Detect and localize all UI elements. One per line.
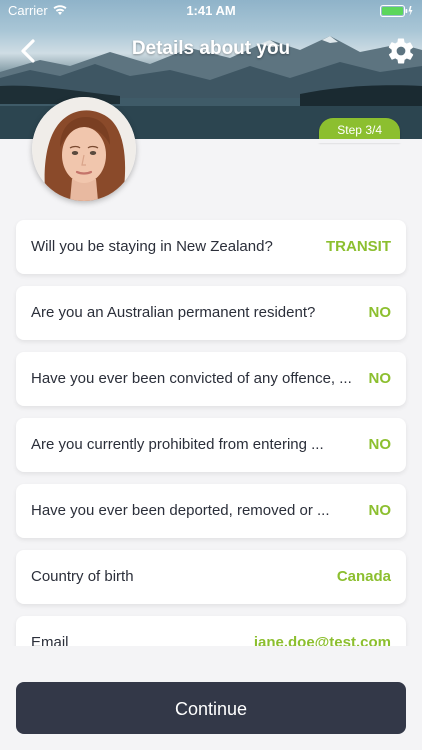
- navigation-bar: Details about you: [0, 28, 422, 72]
- answer-value: Canada: [336, 568, 391, 585]
- answer-value: NO: [368, 370, 392, 387]
- battery-icon: [380, 5, 413, 17]
- answer-value: jane.doe@test.com: [253, 634, 391, 646]
- question-label: Have you ever been convicted of any offe…: [31, 370, 351, 387]
- question-card-country-of-birth[interactable]: Country of birth Canada: [16, 550, 406, 604]
- profile-photo: [32, 97, 136, 201]
- question-label: Country of birth: [31, 568, 134, 585]
- page-title: Details about you: [131, 38, 291, 59]
- question-list[interactable]: Will you be staying in New Zealand? TRAN…: [0, 218, 422, 646]
- question-label: Have you ever been deported, removed or …: [31, 502, 330, 519]
- answer-value: NO: [368, 304, 392, 321]
- question-card-convicted[interactable]: Have you ever been convicted of any offe…: [16, 352, 406, 406]
- question-card-email[interactable]: Email jane.doe@test.com: [16, 616, 406, 646]
- answer-value: NO: [368, 436, 392, 453]
- question-card-staying-nz[interactable]: Will you be staying in New Zealand? TRAN…: [16, 220, 406, 274]
- question-label: Are you an Australian permanent resident…: [31, 304, 316, 321]
- question-label: Will you be staying in New Zealand?: [31, 238, 273, 255]
- question-card-prohibited[interactable]: Are you currently prohibited from enteri…: [16, 418, 406, 472]
- question-label: Email: [31, 634, 69, 646]
- question-card-australian-resident[interactable]: Are you an Australian permanent resident…: [16, 286, 406, 340]
- question-label: Are you currently prohibited from enteri…: [31, 436, 324, 453]
- answer-value: TRANSIT: [326, 238, 391, 255]
- answer-value: NO: [368, 502, 392, 519]
- gear-icon[interactable]: [386, 36, 416, 66]
- status-bar: Carrier 1:41 AM: [0, 0, 422, 22]
- clock-label: 1:41 AM: [186, 3, 236, 18]
- continue-button[interactable]: Continue: [16, 682, 406, 734]
- question-card-deported[interactable]: Have you ever been deported, removed or …: [16, 484, 406, 538]
- avatar[interactable]: [32, 97, 136, 201]
